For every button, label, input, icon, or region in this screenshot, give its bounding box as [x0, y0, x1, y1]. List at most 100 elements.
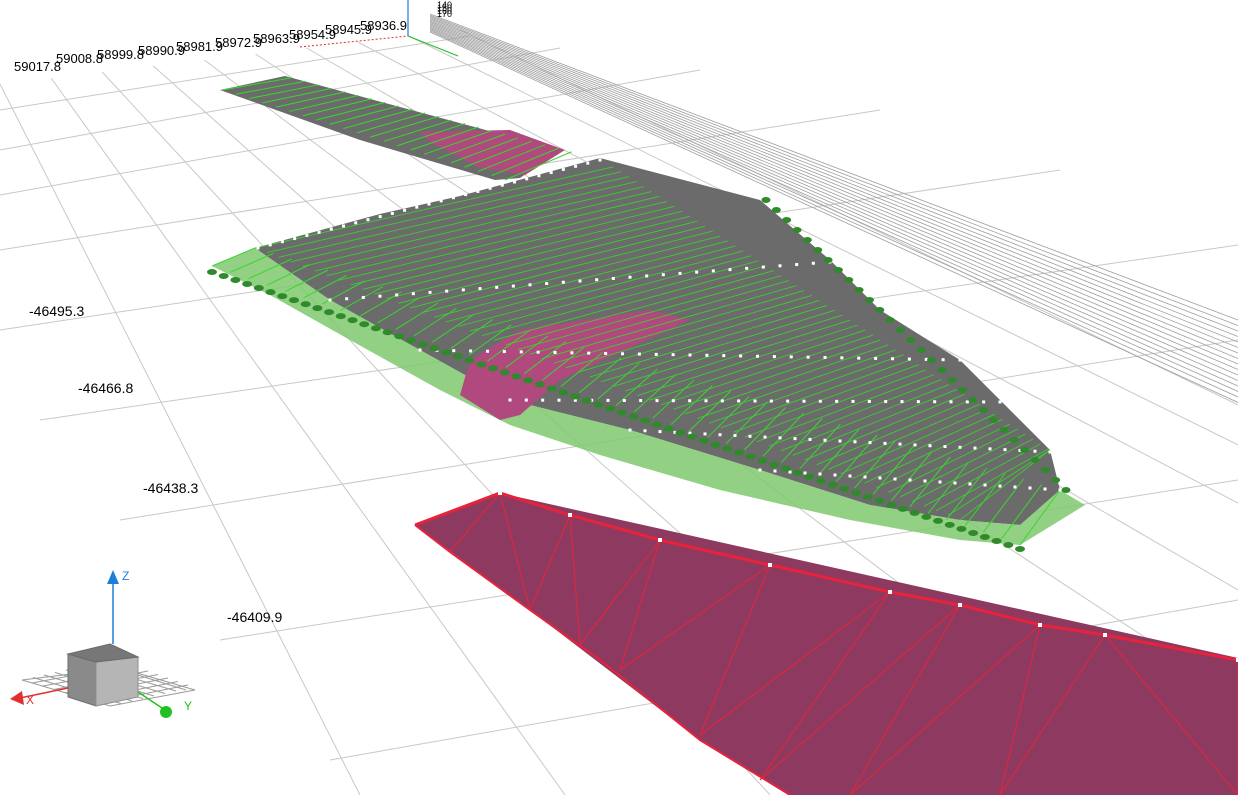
- rim-marker: [999, 427, 1009, 433]
- vertex-marker: [561, 280, 565, 284]
- x-axis-label: 59008.8: [56, 51, 103, 66]
- vertex-marker: [758, 468, 762, 472]
- rim-marker: [300, 301, 311, 308]
- vertex-marker: [464, 193, 468, 197]
- y-axis-label: -46495.3: [29, 303, 85, 319]
- x-axis-arrow-icon[interactable]: [10, 691, 24, 705]
- vertex-marker: [451, 196, 455, 200]
- rim-marker: [242, 281, 253, 288]
- nav-cube-box[interactable]: [66, 643, 140, 707]
- vertex-marker: [476, 189, 480, 193]
- x-axis-label: 58999.8: [97, 47, 144, 62]
- vertex-marker: [678, 271, 682, 275]
- vertex-marker: [445, 289, 449, 293]
- vertex-marker: [695, 270, 699, 274]
- vertex-marker: [604, 351, 608, 355]
- rim-marker: [937, 367, 947, 373]
- vertex-marker: [342, 224, 345, 228]
- rim-marker: [546, 385, 557, 392]
- vertex-marker: [628, 428, 632, 432]
- vertex-marker: [427, 202, 431, 206]
- vertex-marker: [745, 266, 749, 270]
- rim-marker: [593, 401, 604, 408]
- rim-marker: [698, 437, 709, 444]
- vertex-marker: [718, 433, 722, 437]
- vertex-marker: [541, 398, 545, 402]
- vertex-marker: [772, 355, 776, 359]
- vertex-marker: [655, 399, 659, 403]
- vertex-marker: [439, 199, 443, 203]
- vertex-marker: [998, 400, 1002, 404]
- vertex-marker: [818, 399, 822, 403]
- rim-marker: [745, 453, 756, 460]
- vertex-marker: [773, 469, 777, 473]
- vertex-marker: [1103, 633, 1107, 637]
- rim-marker: [968, 529, 979, 536]
- vertex-marker: [329, 227, 333, 231]
- rim-marker: [651, 421, 662, 428]
- vertex-marker: [891, 357, 894, 361]
- vertex-marker: [748, 434, 752, 438]
- vertex-marker: [878, 476, 882, 480]
- rim-marker: [1051, 477, 1061, 483]
- z-axis-label: 170: [437, 9, 453, 19]
- vertex-marker: [965, 400, 969, 404]
- vertex-marker: [654, 352, 658, 356]
- vertex-marker: [549, 171, 553, 175]
- 3d-viewport[interactable]: 59017.8 59008.8 58999.8 58990.9 58981.9 …: [0, 0, 1238, 795]
- vertex-marker: [587, 351, 591, 355]
- rim-marker: [927, 357, 937, 363]
- vertex-marker: [768, 563, 772, 567]
- rim-marker: [429, 345, 440, 352]
- vertex-marker: [390, 211, 394, 215]
- vertex-marker: [500, 183, 504, 187]
- nav-cube[interactable]: Z X Y: [0, 560, 210, 720]
- vertex-marker: [671, 353, 675, 357]
- z-axis-arrow-icon[interactable]: [107, 570, 119, 584]
- rim-marker: [978, 407, 988, 413]
- vertex-marker: [857, 356, 861, 360]
- rim-marker: [347, 317, 358, 324]
- vertex-marker: [508, 398, 512, 402]
- vertex-marker: [733, 434, 737, 437]
- vertex-marker: [823, 438, 827, 442]
- vertex-marker: [802, 399, 806, 403]
- rim-marker: [558, 389, 569, 396]
- rim-marker: [909, 509, 920, 516]
- vertex-marker: [415, 205, 419, 209]
- x-axis-label: 59017.8: [14, 59, 61, 74]
- cut-surface: [415, 493, 1238, 795]
- vertex-marker: [606, 398, 610, 402]
- rim-marker: [827, 481, 838, 488]
- vertex-marker: [883, 441, 887, 445]
- vertex-marker: [1043, 487, 1047, 491]
- rim-marker: [979, 533, 990, 540]
- vertex-marker: [256, 246, 260, 250]
- rim-marker: [581, 397, 592, 404]
- vertex-marker: [395, 293, 399, 297]
- rim-marker: [488, 365, 499, 372]
- rim-marker: [511, 373, 522, 380]
- rim-marker: [675, 429, 686, 436]
- vertex-marker: [268, 243, 272, 247]
- rim-marker: [312, 305, 323, 312]
- vertex-marker: [354, 221, 358, 225]
- rim-marker: [534, 381, 545, 388]
- vertex-marker: [949, 400, 953, 404]
- vertex-marker: [898, 442, 902, 446]
- vertex-marker: [973, 446, 977, 450]
- vertex-marker: [711, 269, 715, 273]
- vertex-marker: [498, 491, 502, 495]
- rim-marker: [895, 327, 905, 333]
- vertex-marker: [705, 353, 709, 357]
- y-axis-arrow-icon[interactable]: [160, 706, 172, 718]
- rim-marker: [886, 501, 897, 508]
- rim-marker: [452, 353, 463, 360]
- vertex-marker: [958, 603, 962, 607]
- rim-marker: [761, 197, 771, 203]
- rim-marker: [733, 449, 744, 456]
- vertex-marker: [452, 349, 456, 353]
- rim-marker: [253, 285, 264, 292]
- vertex-marker: [753, 399, 757, 403]
- rim-marker: [780, 465, 791, 472]
